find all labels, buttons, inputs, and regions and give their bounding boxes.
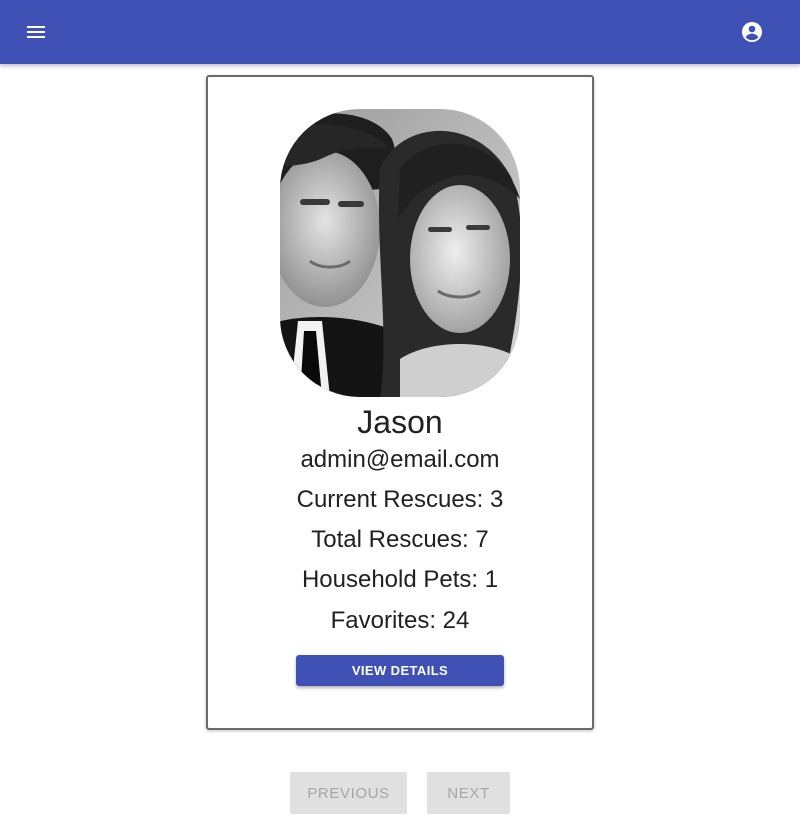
account-circle-icon	[742, 22, 762, 42]
profile-name: Jason	[357, 404, 443, 440]
profile-card: Jason admin@email.com Current Rescues: 3…	[206, 75, 594, 730]
menu-icon	[27, 26, 45, 38]
app-bar	[0, 0, 800, 64]
stat-household-pets: Household Pets: 1	[301, 566, 499, 593]
stat-current-rescues: Current Rescues: 3	[296, 486, 504, 513]
account-button[interactable]	[732, 12, 772, 52]
profile-photo	[280, 109, 520, 397]
previous-button[interactable]: PREVIOUS	[290, 772, 407, 814]
stat-favorites: Favorites: 24	[330, 607, 470, 634]
stat-total-rescues: Total Rescues: 7	[311, 526, 489, 553]
menu-button[interactable]	[16, 12, 56, 52]
next-button[interactable]: NEXT	[427, 772, 510, 814]
view-details-button[interactable]: VIEW DETAILS	[296, 655, 504, 686]
profile-email: admin@email.com	[300, 446, 500, 473]
